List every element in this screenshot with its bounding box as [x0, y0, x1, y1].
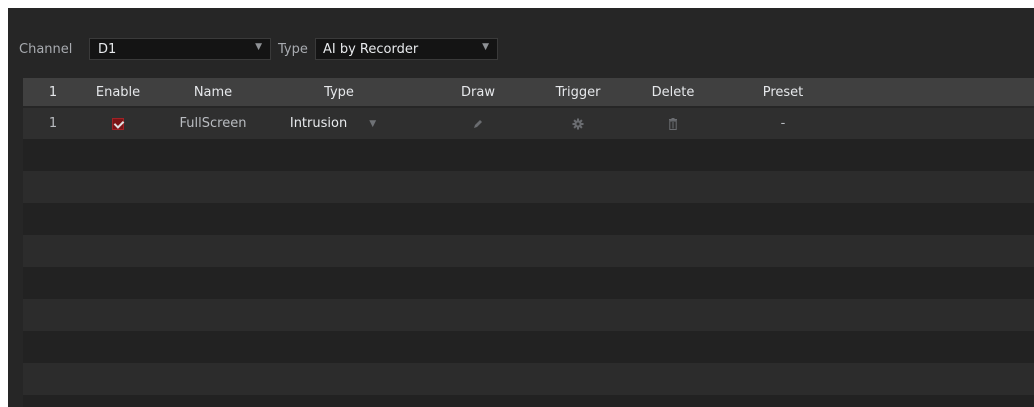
- enable-checkbox[interactable]: [112, 117, 124, 130]
- rule-type-value: Intrusion: [289, 116, 348, 131]
- table-body: 1 FullScreen Intrusion ▼ -: [23, 108, 1034, 407]
- pencil-icon: [474, 119, 482, 128]
- table-row-empty: [23, 171, 1034, 203]
- column-header-draw: Draw: [461, 84, 495, 100]
- chevron-down-icon: ▼: [369, 118, 377, 129]
- table-row-empty: [23, 395, 1034, 407]
- column-header-type: Type: [324, 84, 354, 100]
- table-row-empty: [23, 363, 1034, 395]
- table-row[interactable]: 1 FullScreen Intrusion ▼ -: [23, 108, 1034, 139]
- table-row-empty: [23, 331, 1034, 363]
- table-row-empty: [23, 235, 1034, 267]
- type-select[interactable]: AI by Recorder ▼: [315, 38, 498, 60]
- column-header-trigger: Trigger: [555, 84, 601, 100]
- row-name: FullScreen: [179, 116, 247, 131]
- trigger-button[interactable]: [543, 108, 613, 139]
- draw-button[interactable]: [453, 108, 503, 139]
- chevron-down-icon: ▼: [482, 42, 489, 52]
- gear-icon: [572, 118, 584, 129]
- type-select-value: AI by Recorder: [323, 41, 419, 57]
- row-index: 1: [48, 116, 58, 131]
- delete-button[interactable]: [643, 108, 703, 139]
- channel-select-value: D1: [98, 41, 117, 57]
- chevron-down-icon: ▼: [255, 42, 262, 52]
- rule-type-select[interactable]: Intrusion ▼: [278, 108, 388, 139]
- trash-icon: [669, 117, 677, 130]
- row-preset: -: [780, 116, 786, 131]
- table-row-empty: [23, 203, 1034, 235]
- column-header-index: 1: [48, 84, 58, 100]
- column-header-delete: Delete: [651, 84, 695, 100]
- enable-cell: [88, 108, 148, 139]
- channel-label: Channel: [19, 41, 73, 57]
- filter-bar: Channel D1 ▼ Type AI by Recorder ▼: [8, 37, 1034, 61]
- column-header-name: Name: [193, 84, 233, 100]
- smart-plan-panel: Channel D1 ▼ Type AI by Recorder ▼ 1 Ena…: [8, 8, 1034, 407]
- channel-select[interactable]: D1 ▼: [89, 38, 271, 60]
- table-row-empty: [23, 267, 1034, 299]
- table-row-empty: [23, 299, 1034, 331]
- table-row-empty: [23, 139, 1034, 171]
- column-header-enable: Enable: [95, 84, 141, 100]
- column-header-preset: Preset: [762, 84, 804, 100]
- table-header: 1 Enable Name Type Draw Trigger Delete P…: [23, 78, 1034, 106]
- type-label: Type: [278, 41, 308, 57]
